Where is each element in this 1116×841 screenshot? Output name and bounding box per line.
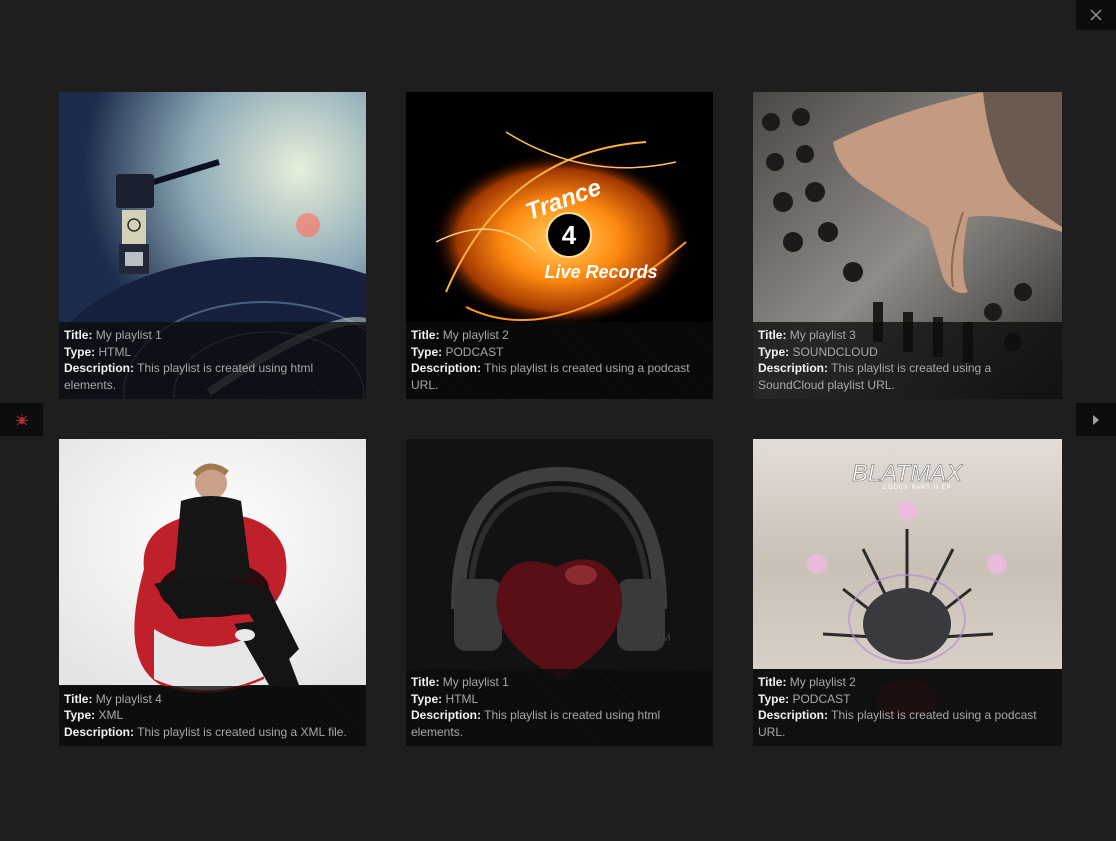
playlist-info: Title: My playlist 4 Type: XML Descripti…	[59, 685, 366, 746]
close-button[interactable]	[1076, 0, 1116, 30]
playlist-card[interactable]: Title: My playlist 3 Type: SOUNDCLOUD De…	[753, 92, 1062, 399]
title-value: My playlist 3	[789, 328, 856, 342]
type-value: XML	[98, 708, 124, 722]
title-row: Title: My playlist 1	[64, 327, 361, 344]
title-value: My playlist 1	[95, 328, 162, 342]
playlist-info: Title: My playlist 2 Type: PODCAST Descr…	[753, 669, 1062, 746]
description-label: Description:	[64, 361, 135, 375]
description-row: Description: This playlist is created us…	[758, 707, 1057, 740]
description-value: This playlist is created using a XML fil…	[137, 724, 347, 739]
type-row: Type: HTML	[411, 691, 708, 708]
type-label: Type:	[411, 344, 443, 359]
play-arrow-icon	[1093, 414, 1099, 425]
next-button[interactable]	[1076, 403, 1116, 436]
type-value: HTML	[445, 691, 479, 706]
bug-icon	[15, 414, 28, 425]
type-value: SOUNDCLOUD	[792, 344, 878, 359]
title-label: Title:	[64, 328, 93, 342]
type-row: Type: PODCAST	[411, 344, 708, 361]
type-value: PODCAST	[792, 691, 851, 706]
playlist-info: Title: My playlist 2 Type: PODCAST Descr…	[406, 322, 713, 399]
type-row: Type: HTML	[64, 344, 361, 361]
playlist-card[interactable]: BLATMAX CODEX PART II EP Title: My playl…	[753, 439, 1062, 746]
description-row: Description: This playlist is created us…	[64, 360, 361, 393]
type-label: Type:	[64, 708, 96, 722]
description-row: Description: This playlist is created us…	[64, 724, 361, 741]
title-value: My playlist 2	[789, 675, 856, 689]
playlist-info: Title: My playlist 1 Type: HTML Descript…	[59, 322, 366, 399]
playlist-card[interactable]: Title: My playlist 1 Type: HTML Descript…	[59, 92, 366, 399]
playlist-info: Title: My playlist 3 Type: SOUNDCLOUD De…	[753, 322, 1062, 399]
description-label: Description:	[758, 361, 829, 375]
type-row: Type: PODCAST	[758, 691, 1057, 708]
type-row: Type: SOUNDCLOUD	[758, 344, 1057, 361]
title-row: Title: My playlist 2	[758, 674, 1057, 691]
type-label: Type:	[758, 691, 790, 706]
description-row: Description: This playlist is created us…	[411, 360, 708, 393]
type-row: Type: XML	[64, 707, 361, 724]
playlist-info: Title: My playlist 1 Type: HTML Descript…	[406, 669, 713, 746]
title-label: Title:	[411, 675, 440, 689]
description-label: Description:	[758, 708, 829, 722]
description-row: Description: This playlist is created us…	[411, 707, 708, 740]
album-cover-title: BLATMAX	[852, 460, 963, 487]
description-label: Description:	[411, 708, 482, 722]
playlist-card[interactable]: Title: My playlist 4 Type: XML Descripti…	[59, 439, 366, 746]
title-value: My playlist 4	[95, 691, 162, 706]
trance-logo-number: 4	[562, 220, 577, 250]
description-label: Description:	[64, 724, 135, 739]
type-label: Type:	[758, 344, 790, 359]
title-value: My playlist 1	[442, 675, 509, 689]
type-value: PODCAST	[445, 344, 504, 359]
type-label: Type:	[411, 691, 443, 706]
title-label: Title:	[758, 675, 787, 689]
title-value: My playlist 2	[442, 328, 509, 342]
trance-logo-subtitle: Live Records	[544, 262, 657, 282]
title-row: Title: My playlist 1	[411, 674, 708, 691]
title-row: Title: My playlist 3	[758, 327, 1057, 344]
previous-button[interactable]	[0, 403, 43, 436]
playlist-card[interactable]: 4 Trance Live Records Title: My playlist…	[406, 92, 713, 399]
type-label: Type:	[64, 344, 96, 359]
close-icon	[1090, 9, 1102, 21]
album-cover-subtitle: CODEX PART II EP	[882, 485, 951, 491]
title-label: Title:	[64, 691, 93, 706]
title-row: Title: My playlist 2	[411, 327, 708, 344]
title-label: Title:	[758, 328, 787, 342]
type-value: HTML	[98, 344, 132, 359]
description-label: Description:	[411, 361, 482, 375]
title-row: Title: My playlist 4	[64, 691, 361, 708]
title-label: Title:	[411, 328, 440, 342]
playlist-card[interactable]: TM Title: My playlist 1 Type: HTML Descr…	[406, 439, 713, 746]
svg-text:TM: TM	[656, 633, 670, 644]
description-row: Description: This playlist is created us…	[758, 360, 1057, 393]
